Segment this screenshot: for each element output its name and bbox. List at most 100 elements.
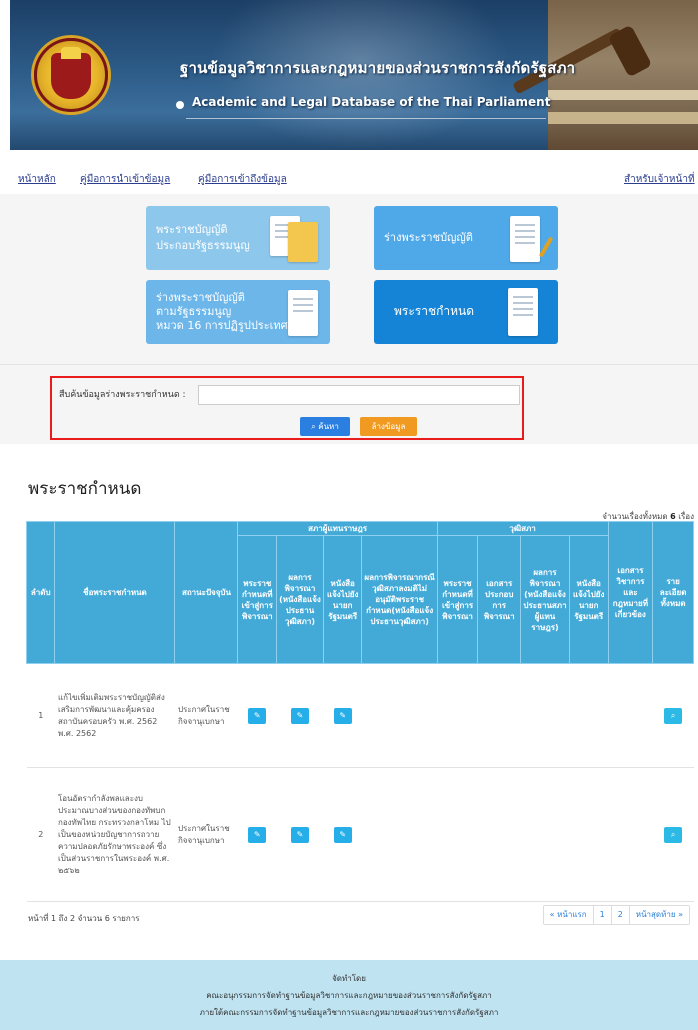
row-name: โอนอัตรากำลังพลและงบประมาณบางส่วนของกองท… <box>54 767 175 902</box>
card-label: พระราชกำหนด <box>394 304 475 318</box>
search-input[interactable] <box>198 385 520 405</box>
cell-house-date: ✎ <box>237 663 277 768</box>
cell-house-date: ✎ <box>237 767 277 902</box>
search-icon[interactable]: ⌕ <box>664 826 683 843</box>
pen-icon <box>538 236 554 258</box>
header-house-date: พระราชกำหนดที่เข้าสู่การพิจารณา <box>237 535 278 664</box>
cell-empty <box>608 663 653 768</box>
search-icon[interactable]: ⌕ <box>664 707 683 724</box>
stack-icon <box>288 222 318 262</box>
cell-house-result: ✎ <box>276 663 324 768</box>
header-academic: เอกสารวิชาการและกฎหมายที่เกี่ยวข้อง <box>607 521 654 664</box>
card-constitutional-draft[interactable]: ร่างพระราชบัญญัติ ตามรัฐธรรมนูญ หมวด 16 … <box>146 280 330 344</box>
edit-document-icon[interactable]: ✎ <box>290 707 309 724</box>
header-house-letter: หนังสือแจ้งไปยังนายกรัฐมนตรี <box>322 535 363 664</box>
banner-book-shelf <box>548 90 698 100</box>
card-emergency-decree[interactable]: พระราชกำหนด <box>374 280 558 344</box>
pagination: « หน้าแรก 1 2 หน้าสุดท้าย » <box>542 905 690 925</box>
cell-empty <box>361 767 438 902</box>
clear-button[interactable]: ล้างข้อมูล <box>360 417 417 436</box>
cell-empty <box>437 767 478 902</box>
search-button[interactable]: ⌕ ค้นหา <box>300 417 350 436</box>
header-senate-letter: หนังสือแจ้งไปยังนายกรัฐมนตรี <box>568 535 609 664</box>
document-icon <box>510 216 540 262</box>
cell-empty <box>477 767 521 902</box>
header-senate-date: พระราชกำหนดที่เข้าสู่การพิจารณา <box>436 535 479 664</box>
card-label: ประกอบรัฐธรรมนูญ <box>156 239 250 252</box>
edit-document-icon[interactable]: ✎ <box>333 826 352 843</box>
cell-house-letter: ✎ <box>323 663 362 768</box>
header-status: สถานะปัจจุบัน <box>174 521 239 664</box>
cell-empty <box>569 767 608 902</box>
pager-page-2[interactable]: 2 <box>611 906 630 924</box>
cell-detail: ⌕ <box>652 663 694 768</box>
title-bullet <box>176 101 184 109</box>
cell-empty <box>437 663 478 768</box>
header-no: ลำดับ <box>25 521 56 664</box>
cell-detail: ⌕ <box>652 767 694 902</box>
emblem-shield <box>51 53 91 99</box>
card-label: ร่างพระราชบัญญัติ <box>156 291 245 304</box>
nav-home-link[interactable]: หน้าหลัก <box>18 172 56 187</box>
cell-empty <box>608 767 653 902</box>
pager-page-1[interactable]: 1 <box>593 906 612 924</box>
footer: จัดทำโดย คณะอนุกรรมการจัดทำฐานข้อมูลวิชา… <box>0 960 698 1030</box>
site-title-english: Academic and Legal Database of the Thai … <box>192 95 551 109</box>
total-count: 6 <box>670 512 676 521</box>
pagination-info: หน้าที่ 1 ถึง 2 จำนวน 6 รายการ <box>28 914 140 923</box>
header-name: ชื่อพระราชกำหนด <box>54 521 176 664</box>
cell-house-result: ✎ <box>276 767 324 902</box>
header-senate-result: ผลการพิจารณา (หนังสือแจ้งประธานสภาผู้แทน… <box>520 535 570 664</box>
pager-first[interactable]: « หน้าแรก <box>543 906 594 924</box>
search-label: สืบค้นข้อมูลร่างพระราชกำหนด : <box>59 390 186 400</box>
search-section: สืบค้นข้อมูลร่างพระราชกำหนด : ⌕ ค้นหา ล้… <box>0 364 698 444</box>
header-house: สภาผู้แทนราษฎร <box>237 521 438 536</box>
total-suffix: เรื่อง <box>678 512 694 521</box>
parliament-emblem-logo[interactable] <box>34 38 108 112</box>
top-nav: หน้าหลัก คู่มือการนำเข้าข้อมูล คู่มือการ… <box>0 150 698 194</box>
nav-staff-link[interactable]: สำหรับเจ้าหน้าที่ <box>624 172 695 187</box>
footer-line-2: คณะอนุกรรมการจัดทำฐานข้อมูลวิชาการและกฎห… <box>206 991 492 1000</box>
edit-document-icon[interactable]: ✎ <box>290 826 309 843</box>
search-button-label: ค้นหา <box>318 422 339 431</box>
card-label: หมวด 16 การปฏิรูปประเทศ <box>156 319 288 332</box>
row-no: 2 <box>26 767 55 902</box>
row-status: ประกาศในราชกิจจานุเบกษา <box>174 663 238 768</box>
header-senate-doc: เอกสารประกอบการพิจารณา <box>477 535 522 664</box>
row-name: แก้ไขเพิ่มเติมพระราชบัญญัติส่งเสริมการพั… <box>54 663 175 768</box>
card-label: ร่างพระราชบัญญัติ <box>384 231 473 244</box>
card-organic-act[interactable]: พระราชบัญญัติ ประกอบรัฐธรรมนูญ <box>146 206 330 270</box>
edit-document-icon[interactable]: ✎ <box>248 707 267 724</box>
row-no: 1 <box>26 663 55 768</box>
cell-empty <box>477 663 521 768</box>
category-cards: พระราชบัญญัติ ประกอบรัฐธรรมนูญ ร่างพระรา… <box>0 194 698 364</box>
site-title-thai: ฐานข้อมูลวิชาการและกฎหมายของส่วนราชการสั… <box>180 59 576 77</box>
header-house-result: ผลการพิจารณา (หนังสือแจ้งประธานวุฒิสภา) <box>276 535 324 664</box>
nav-import-guide-link[interactable]: คู่มือการนำเข้าข้อมูล <box>80 172 170 187</box>
cell-empty <box>520 663 570 768</box>
cell-house-letter: ✎ <box>323 767 362 902</box>
header-house-result2: ผลการพิจารณากรณีวุฒิสภาลงมติไม่อนุมัติพร… <box>361 535 438 664</box>
row-status: ประกาศในราชกิจจานุเบกษา <box>174 767 238 902</box>
emblem-crown <box>61 47 81 59</box>
document-icon <box>288 290 318 336</box>
edit-document-icon[interactable]: ✎ <box>333 707 352 724</box>
card-label: พระราชบัญญัติ <box>156 223 228 236</box>
document-icon <box>508 288 538 336</box>
header-detail: รายละเอียดทั้งหมด <box>652 521 694 664</box>
table-row: 1 แก้ไขเพิ่มเติมพระราชบัญญัติส่งเสริมการ… <box>26 663 694 768</box>
table-row: 2 โอนอัตรากำลังพลและงบประมาณบางส่วนของกอ… <box>26 767 694 902</box>
header-senate: วุฒิสภา <box>436 521 609 536</box>
pager-last[interactable]: หน้าสุดท้าย » <box>629 906 689 924</box>
header-banner: ฐานข้อมูลวิชาการและกฎหมายของส่วนราชการสั… <box>10 0 698 150</box>
page-title: พระราชกำหนด <box>28 479 142 499</box>
total-prefix: จำนวนเรื่องทั้งหมด <box>602 512 668 521</box>
banner-book-shelf <box>548 112 698 124</box>
nav-access-guide-link[interactable]: คู่มือการเข้าถึงข้อมูล <box>198 172 287 187</box>
cell-empty <box>361 663 438 768</box>
search-highlight-frame: สืบค้นข้อมูลร่างพระราชกำหนด : ⌕ ค้นหา ล้… <box>50 376 524 440</box>
card-draft-act[interactable]: ร่างพระราชบัญญัติ <box>374 206 558 270</box>
card-label: ตามรัฐธรรมนูญ <box>156 305 232 318</box>
edit-document-icon[interactable]: ✎ <box>248 826 267 843</box>
title-underline <box>186 118 546 119</box>
